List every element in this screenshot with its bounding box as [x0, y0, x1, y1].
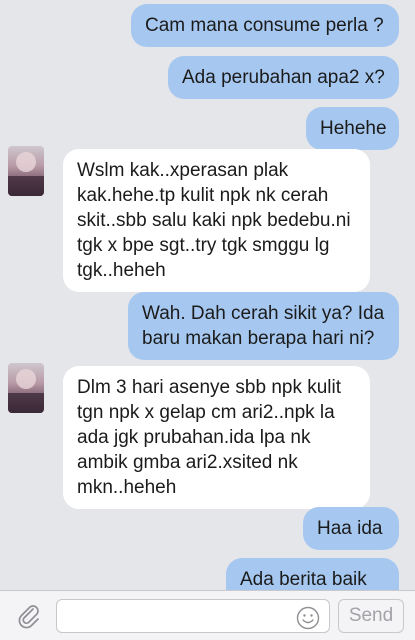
message-text: Cam mana consume perla ?	[145, 15, 384, 36]
contact-avatar[interactable]	[8, 363, 44, 413]
message-text: Hehehe	[320, 118, 387, 139]
message-text: Ada berita baik ni	[240, 569, 367, 590]
message-incoming: Dlm 3 hari asenye sbb npk kulit tgn npk …	[63, 366, 370, 509]
smiley-icon[interactable]	[296, 606, 320, 630]
message-outgoing: Wah. Dah cerah sikit ya? Ida baru makan …	[128, 292, 399, 360]
message-composer: Send	[0, 590, 415, 640]
message-text: Wah. Dah cerah sikit ya? Ida baru makan …	[142, 303, 385, 349]
message-input[interactable]	[56, 599, 330, 633]
message-outgoing: Ada perubahan apa2 x?	[168, 56, 399, 99]
message-text: Wslm kak..xperasan plak kak.hehe.tp kuli…	[77, 160, 351, 281]
message-text: Ada perubahan apa2 x?	[182, 67, 385, 88]
message-outgoing: Hehehe	[306, 107, 399, 150]
contact-avatar[interactable]	[8, 146, 44, 196]
message-text: Dlm 3 hari asenye sbb npk kulit tgn npk …	[77, 377, 342, 498]
message-text: Haa ida	[317, 518, 383, 539]
paperclip-icon[interactable]	[16, 603, 42, 629]
message-outgoing: Ada berita baik ni	[226, 558, 399, 590]
chat-thread: Cam mana consume perla ? Ada perubahan a…	[0, 0, 415, 590]
message-outgoing: Haa ida	[303, 507, 399, 550]
message-outgoing: Cam mana consume perla ?	[131, 4, 399, 47]
send-button[interactable]: Send	[338, 599, 404, 633]
message-incoming: Wslm kak..xperasan plak kak.hehe.tp kuli…	[63, 149, 370, 292]
